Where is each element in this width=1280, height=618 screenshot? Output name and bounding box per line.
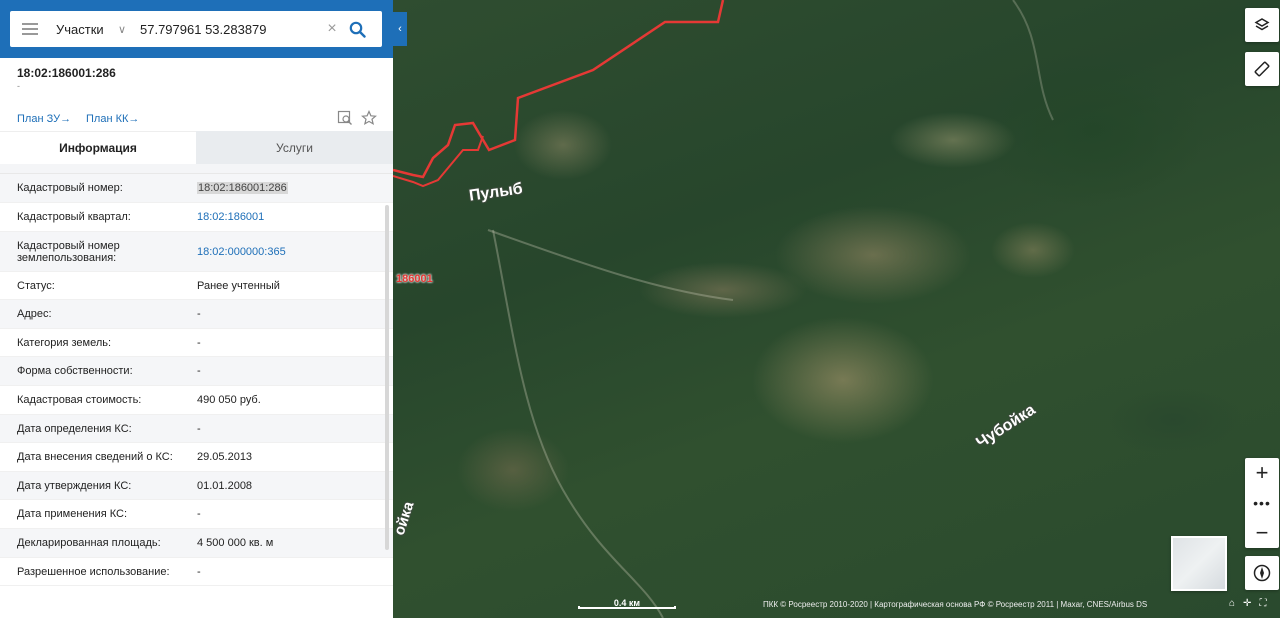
minimap[interactable]	[1171, 536, 1227, 591]
layers-icon	[1254, 18, 1270, 31]
table-row: Разрешенное использование: -	[0, 558, 393, 586]
table-row: Дата утверждения КС: 01.01.2008	[0, 472, 393, 500]
table-row: Дата определения КС: -	[0, 415, 393, 443]
object-subtitle: -	[17, 81, 20, 91]
map-bottom-icons: ⌂ ✛ ⛶	[1229, 598, 1266, 609]
more-button[interactable]: •••	[1245, 488, 1279, 518]
clipped-row	[0, 164, 393, 174]
table-row: Кадастровая стоимость: 490 050 руб.	[0, 386, 393, 415]
search-box: Участки ∨ ×	[10, 11, 382, 47]
row-key: Дата применения КС:	[17, 508, 128, 520]
scale-bar	[578, 606, 676, 609]
row-value-link[interactable]: 18:02:186001	[197, 211, 264, 223]
row-key: Статус:	[17, 279, 55, 292]
fullscreen-icon[interactable]: ⛶	[1259, 598, 1266, 609]
table-row: Адрес: -	[0, 300, 393, 329]
row-key: Дата утверждения КС:	[17, 479, 132, 492]
chevron-left-icon: ‹	[398, 23, 402, 35]
map-label-quarter: 186001	[396, 273, 433, 285]
row-key: Разрешенное использование:	[17, 565, 170, 578]
row-value: 01.01.2008	[197, 479, 253, 492]
compass-button[interactable]	[1245, 556, 1279, 590]
plan-kk-link[interactable]: План КК→	[86, 113, 139, 125]
zoom-out-button[interactable]: −	[1245, 518, 1279, 548]
row-key: Дата определения КС:	[17, 422, 132, 435]
search-button[interactable]	[342, 21, 372, 38]
row-key: Декларированная площадь:	[17, 537, 161, 549]
search-input[interactable]	[140, 21, 320, 37]
row-value: 4 500 000 кв. м	[197, 537, 274, 549]
row-value-link[interactable]: 18:02:000000:365	[197, 246, 286, 258]
row-value: 490 050 руб.	[197, 394, 261, 406]
compass-icon	[1253, 564, 1271, 582]
row-value: -	[197, 565, 201, 578]
plan-zu-link[interactable]: План ЗУ→	[17, 113, 71, 125]
info-panel: Участки ∨ × 18:02:186001:286 - План ЗУ→ …	[0, 0, 393, 618]
find-on-map-icon[interactable]	[337, 110, 353, 129]
cadastral-boundary	[393, 0, 725, 179]
row-key: Кадастровый квартал:	[17, 211, 131, 223]
chevron-down-icon[interactable]: ∨	[118, 23, 136, 36]
table-row: Дата внесения сведений о КС: 29.05.2013	[0, 443, 393, 472]
category-select[interactable]: Участки	[56, 22, 118, 37]
table-row: Форма собственности: -	[0, 357, 393, 386]
menu-icon[interactable]	[10, 28, 50, 30]
tab-information[interactable]: Информация	[0, 131, 196, 164]
row-key: Кадастровый номер:	[17, 182, 123, 194]
row-key: Дата внесения сведений о КС:	[17, 451, 173, 463]
zoom-controls: + ••• −	[1245, 458, 1279, 548]
row-value: -	[197, 422, 201, 435]
table-row: Кадастровый квартал: 18:02:186001	[0, 203, 393, 232]
row-key: Кадастровая стоимость:	[17, 394, 142, 406]
panel-scrollbar[interactable]	[385, 205, 389, 550]
table-row: Статус: Ранее учтенный	[0, 272, 393, 300]
home-icon[interactable]: ⌂	[1229, 598, 1235, 609]
row-value: -	[197, 308, 201, 320]
table-row: Кадастровый номер землепользования: 18:0…	[0, 232, 393, 272]
map-view[interactable]: Пулыб Чубойка ойка 186001 + ••• − 0.4 км…	[393, 0, 1280, 618]
tab-services[interactable]: Услуги	[196, 131, 393, 164]
row-key: Форма собственности:	[17, 365, 133, 377]
map-attribution: ПКК © Росреестр 2010-2020 | Картографиче…	[763, 600, 1148, 609]
zoom-in-button[interactable]: +	[1245, 458, 1279, 488]
row-value: -	[197, 508, 201, 520]
table-row: Категория земель: -	[0, 329, 393, 357]
row-key: Адрес:	[17, 308, 52, 320]
panel-tabs: Информация Услуги	[0, 131, 393, 164]
row-value: Ранее учтенный	[197, 279, 280, 292]
row-value: -	[197, 365, 201, 377]
search-bar: Участки ∨ ×	[0, 0, 393, 58]
ruler-icon	[1254, 61, 1270, 77]
layers-button[interactable]	[1245, 8, 1279, 42]
crosshair-icon[interactable]: ✛	[1243, 598, 1251, 609]
table-row: Кадастровый номер: 18:02:186001:286	[0, 174, 393, 203]
clear-icon[interactable]: ×	[322, 20, 342, 38]
row-value: 29.05.2013	[197, 451, 253, 463]
table-row: Дата применения КС: -	[0, 500, 393, 529]
row-key: Кадастровый номер землепользования:	[17, 239, 120, 264]
row-value: -	[197, 336, 201, 349]
ruler-button[interactable]	[1245, 52, 1279, 86]
table-row: Декларированная площадь: 4 500 000 кв. м	[0, 529, 393, 558]
row-key: Категория земель:	[17, 336, 112, 349]
object-title: 18:02:186001:286	[17, 66, 116, 80]
favorite-star-icon[interactable]	[361, 110, 377, 129]
row-value[interactable]: 18:02:186001:286	[197, 182, 288, 194]
info-table: Кадастровый номер: 18:02:186001:286 Када…	[0, 164, 393, 618]
search-icon	[349, 21, 366, 38]
collapse-panel-button[interactable]: ‹	[393, 12, 407, 46]
map-overlay	[393, 0, 1054, 618]
